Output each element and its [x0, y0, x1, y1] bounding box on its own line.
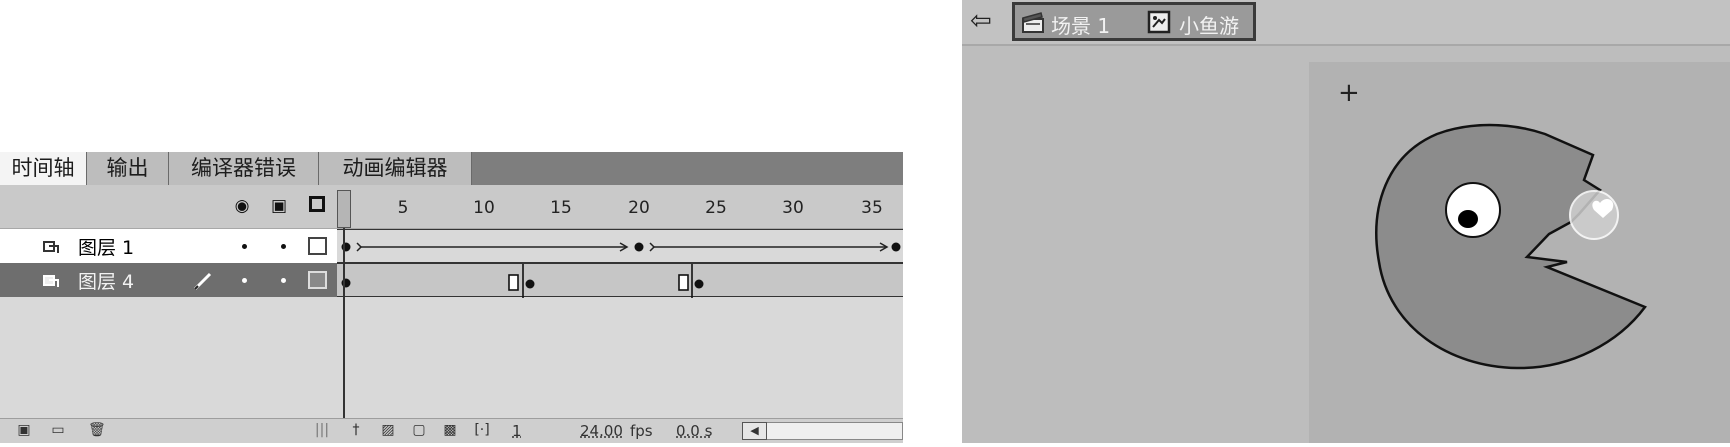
lock-dot[interactable] [281, 278, 286, 283]
fish-graphic[interactable] [1309, 62, 1730, 443]
scroll-left-button[interactable]: ◀ [742, 422, 767, 440]
horizontal-scrollbar[interactable] [767, 422, 903, 440]
elapsed-time: 0.0 s [676, 422, 713, 440]
motion-tween-track [341, 242, 901, 252]
edit-multiple-frames-icon[interactable]: ▩ [442, 423, 458, 438]
visibility-dot[interactable] [242, 278, 247, 283]
lock-dot[interactable] [281, 244, 286, 249]
layer-name[interactable]: 图层 4 [78, 267, 134, 294]
ruler-frame-10: 10 [473, 198, 495, 218]
layer-row-1[interactable]: 图层 1 [0, 229, 903, 263]
fps-unit: fps [630, 422, 653, 440]
visibility-dot[interactable] [242, 244, 247, 249]
bubble [1569, 190, 1619, 240]
edit-bar: ⇦ 场景 1 小鱼游 [962, 0, 1730, 46]
layer-row-4[interactable]: 图层 4 [0, 263, 903, 298]
tab-output[interactable]: 输出 [87, 152, 169, 185]
timeline-footer: ▣ ▭ 🗑︎ ||| † ▨ ▢ ▩ [·] 1 24.00 fps 0.0 s… [0, 418, 903, 443]
keyframe-20 [634, 242, 644, 252]
timeline-panel: 时间轴 输出 编译器错误 动画编辑器 ◉ ▣ 5 10 15 20 25 30 … [0, 152, 903, 443]
playhead-handle[interactable] [337, 190, 351, 228]
ruler-frame-15: 15 [550, 198, 572, 218]
layer-1-frames[interactable] [337, 229, 903, 263]
breadcrumb-symbol[interactable]: 小鱼游 [1179, 10, 1239, 39]
outline-swatch[interactable] [308, 237, 327, 255]
onion-outline-icon[interactable]: ▢ [411, 423, 427, 438]
show-hide-eye-icon[interactable]: ◉ [233, 197, 251, 215]
breadcrumb: 场景 1 小鱼游 [1012, 2, 1256, 41]
outline-swatch[interactable] [308, 271, 327, 289]
tab-motion-editor[interactable]: 动画编辑器 [319, 152, 472, 185]
stage-panel: ⇦ 场景 1 小鱼游 + [962, 0, 1730, 443]
keyframe-13 [525, 279, 535, 289]
fish-pupil [1458, 210, 1478, 228]
outline-toggle-icon[interactable] [309, 196, 325, 212]
frame-rate[interactable]: 24.00 [580, 422, 623, 440]
fish-body [1375, 123, 1647, 370]
tab-timeline[interactable]: 时间轴 [0, 152, 87, 185]
frame-span-track [341, 264, 704, 298]
modify-onion-markers-icon[interactable]: [·] [474, 423, 490, 438]
keyframe-24 [694, 279, 704, 289]
resize-grip-icon[interactable]: ||| [314, 423, 330, 438]
registration-crosshair: + [1338, 78, 1360, 108]
onion-skin-icon[interactable]: ▨ [380, 423, 396, 438]
scene-clapper-icon[interactable] [1021, 10, 1045, 34]
ruler-frame-25: 25 [705, 198, 727, 218]
new-layer-icon[interactable]: ▣ [16, 423, 32, 438]
ruler-frame-35: 35 [861, 198, 883, 218]
back-arrow-icon[interactable]: ⇦ [970, 8, 1000, 34]
pencil-icon [193, 272, 212, 291]
end-frame-marker [508, 274, 519, 291]
layer-name[interactable]: 图层 1 [78, 233, 134, 260]
end-frame-marker [678, 274, 689, 291]
delete-trash-icon[interactable]: 🗑︎ [88, 423, 106, 438]
center-frame-icon[interactable]: † [348, 423, 364, 438]
panel-tab-bar: 时间轴 输出 编译器错误 动画编辑器 [0, 152, 903, 185]
ruler-frame-20: 20 [628, 198, 650, 218]
stage-canvas[interactable] [1309, 62, 1730, 443]
current-frame[interactable]: 1 [512, 422, 522, 440]
breadcrumb-scene[interactable]: 场景 1 [1051, 10, 1110, 39]
lock-icon[interactable]: ▣ [270, 197, 288, 215]
movieclip-symbol-icon[interactable] [1147, 10, 1171, 34]
layer-icon [43, 275, 59, 287]
layer-4-frames[interactable] [337, 263, 903, 298]
keyframe-end [891, 242, 901, 252]
fish-eye [1445, 182, 1501, 238]
timeline-header: ◉ ▣ 5 10 15 20 25 30 35 [0, 185, 903, 229]
playhead-line [343, 228, 345, 418]
tab-compiler-errors[interactable]: 编译器错误 [169, 152, 319, 185]
ruler-frame-30: 30 [782, 198, 804, 218]
new-folder-icon[interactable]: ▭ [50, 423, 66, 438]
layer-icon [43, 241, 59, 253]
ruler-frame-5: 5 [397, 198, 409, 218]
